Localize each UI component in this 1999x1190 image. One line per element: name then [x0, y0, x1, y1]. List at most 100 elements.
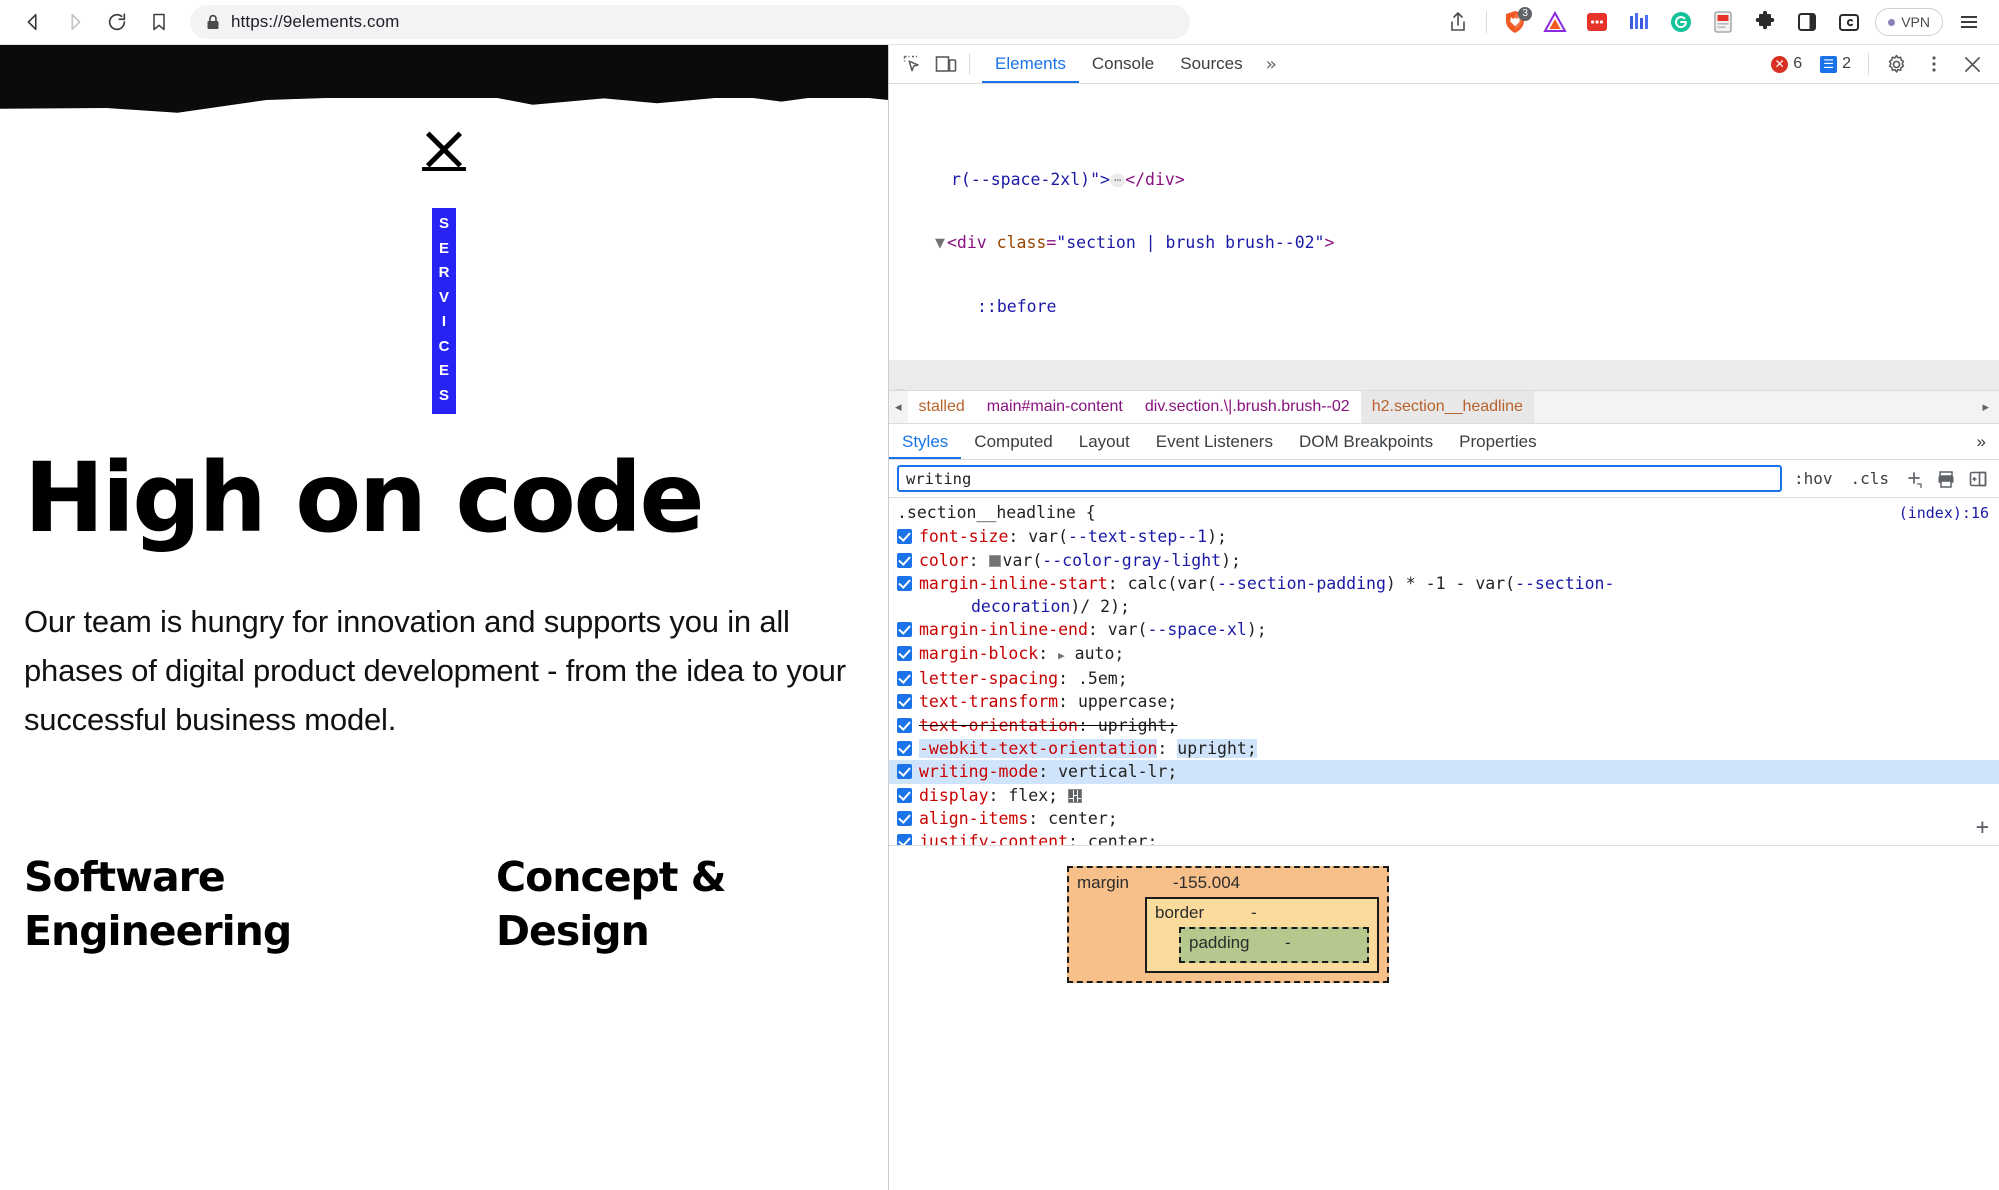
- prop-value[interactable]: .5em;: [1078, 669, 1128, 688]
- forward-icon[interactable]: [56, 3, 94, 41]
- box-model-padding[interactable]: padding -: [1179, 927, 1369, 963]
- prop-value[interactable]: uppercase;: [1078, 692, 1177, 711]
- prop-value[interactable]: flex;: [1008, 786, 1058, 805]
- reload-icon[interactable]: [98, 3, 136, 41]
- box-model-margin-value[interactable]: -155.004: [1173, 873, 1379, 893]
- brave-rewards-icon[interactable]: [1535, 2, 1575, 42]
- declaration-checkbox[interactable]: [897, 645, 912, 661]
- computed-sidebar-icon[interactable]: [1965, 466, 1991, 492]
- tab-computed[interactable]: Computed: [961, 424, 1065, 459]
- disclosure-triangle-icon[interactable]: ▼: [935, 232, 947, 253]
- prop-value[interactable]: vertical-lr;: [1058, 762, 1177, 781]
- service-card-concept-design[interactable]: Concept & Design: [496, 850, 727, 958]
- style-rule-selector[interactable]: .section__headline {: [897, 501, 1096, 524]
- declaration-letter-spacing[interactable]: letter-spacing: .5em;: [889, 667, 1999, 690]
- gear-icon[interactable]: [1879, 49, 1913, 79]
- declaration-checkbox[interactable]: [897, 575, 912, 591]
- prop-name[interactable]: text-transform: [919, 692, 1058, 711]
- declaration-checkbox[interactable]: [897, 694, 912, 710]
- wallet-icon[interactable]: [1829, 2, 1869, 42]
- dom-tree[interactable]: r(--space-2xl)"> ⋯ </div> ▼ <div class="sec…: [889, 84, 1999, 390]
- close-icon[interactable]: [1955, 49, 1989, 79]
- more-tabs-icon[interactable]: »: [1256, 54, 1287, 75]
- tab-layout[interactable]: Layout: [1066, 424, 1143, 459]
- tab-sources[interactable]: Sources: [1167, 45, 1255, 83]
- prop-value[interactable]: center;: [1048, 809, 1118, 828]
- tab-styles[interactable]: Styles: [889, 424, 961, 459]
- breadcrumb-scroll-left-icon[interactable]: ◂: [889, 399, 908, 415]
- declaration-justify-content[interactable]: justify-content: center;: [889, 830, 1999, 845]
- declaration-webkit-text-orientation[interactable]: -webkit-text-orientation: upright;: [889, 737, 1999, 760]
- declaration-text-orientation[interactable]: text-orientation: upright;: [889, 714, 1999, 737]
- tab-elements[interactable]: Elements: [982, 45, 1079, 83]
- blue-analytics-extension-icon[interactable]: [1619, 2, 1659, 42]
- dom-line-cut[interactable]: [889, 118, 1999, 126]
- prop-name[interactable]: margin-inline-start: [919, 574, 1108, 593]
- box-model-padding-value[interactable]: -: [1285, 933, 1359, 953]
- tab-properties[interactable]: Properties: [1446, 424, 1549, 459]
- declaration-align-items[interactable]: align-items: center;: [889, 807, 1999, 830]
- share-icon[interactable]: [1438, 2, 1478, 42]
- breadcrumb-scroll-right-icon[interactable]: ▸: [1976, 399, 1999, 415]
- bookmark-icon[interactable]: [140, 3, 178, 41]
- prop-name[interactable]: writing-mode: [919, 762, 1038, 781]
- breadcrumb-item-div-section[interactable]: div.section.\|.brush.brush--02: [1133, 391, 1361, 423]
- prop-name[interactable]: display: [919, 786, 989, 805]
- tab-dom-breakpoints[interactable]: DOM Breakpoints: [1286, 424, 1446, 459]
- declaration-margin-inline-end[interactable]: margin-inline-end: var(--space-xl);: [889, 618, 1999, 641]
- declaration-margin-inline-start[interactable]: margin-inline-start: calc(var(--section-…: [889, 572, 1999, 619]
- tab-event-listeners[interactable]: Event Listeners: [1143, 424, 1286, 459]
- box-model-pane[interactable]: margin -155.004 border - padding -: [889, 846, 1999, 1190]
- add-style-rule-button[interactable]: +: [1976, 815, 1989, 839]
- tab-console[interactable]: Console: [1079, 45, 1167, 83]
- declaration-checkbox[interactable]: [897, 764, 912, 780]
- box-model-margin[interactable]: margin -155.004 border - padding -: [1067, 866, 1389, 983]
- prop-name[interactable]: justify-content: [919, 832, 1068, 845]
- styles-pane[interactable]: .section__headline { (index):16 font-siz…: [889, 498, 1999, 846]
- prop-value[interactable]: upright;: [1098, 716, 1177, 735]
- prop-value[interactable]: center;: [1088, 832, 1158, 845]
- new-style-rule-icon[interactable]: [1901, 466, 1927, 492]
- error-count-badge[interactable]: ✕ 6: [1764, 53, 1809, 75]
- more-sidebar-tabs-icon[interactable]: »: [1964, 424, 1999, 459]
- clipboard-extension-icon[interactable]: [1703, 2, 1743, 42]
- box-model-border[interactable]: border - padding -: [1145, 897, 1379, 973]
- service-card-software-engineering[interactable]: Software Engineering: [24, 850, 292, 958]
- prop-value[interactable]: upright;: [1177, 738, 1257, 758]
- declaration-color[interactable]: color: var(--color-gray-light);: [889, 549, 1999, 572]
- address-bar[interactable]: https://9elements.com: [190, 5, 1190, 39]
- grammarly-extension-icon[interactable]: [1661, 2, 1701, 42]
- declaration-checkbox[interactable]: [897, 622, 912, 638]
- message-count-badge[interactable]: ☰ 2: [1813, 53, 1858, 75]
- prop-name[interactable]: text-orientation: [919, 716, 1078, 735]
- styles-filter-input[interactable]: [897, 465, 1782, 492]
- expand-shorthand-icon[interactable]: ▶: [1058, 649, 1065, 662]
- browser-menu-icon[interactable]: [1949, 2, 1989, 42]
- prop-value[interactable]: auto;: [1075, 644, 1125, 663]
- print-media-icon[interactable]: [1933, 466, 1959, 492]
- declaration-checkbox[interactable]: [897, 552, 912, 568]
- prop-name[interactable]: margin-inline-end: [919, 620, 1088, 639]
- back-icon[interactable]: [14, 3, 52, 41]
- declaration-font-size[interactable]: font-size: var(--text-step--1);: [889, 525, 1999, 548]
- brave-shields-icon[interactable]: 3: [1495, 2, 1535, 42]
- box-model-border-value[interactable]: -: [1251, 903, 1369, 923]
- declaration-checkbox[interactable]: [897, 787, 912, 803]
- breadcrumb-item-stalled[interactable]: stalled: [907, 391, 976, 423]
- prop-name[interactable]: -webkit-text-orientation: [919, 738, 1158, 758]
- vpn-button[interactable]: VPN: [1875, 8, 1943, 36]
- declaration-checkbox[interactable]: [897, 671, 912, 687]
- red-extension-icon[interactable]: [1577, 2, 1617, 42]
- inspect-element-icon[interactable]: [895, 49, 929, 79]
- declaration-checkbox[interactable]: [897, 529, 912, 545]
- color-swatch[interactable]: [988, 554, 1001, 567]
- declaration-checkbox[interactable]: [897, 810, 912, 826]
- declaration-checkbox[interactable]: [897, 834, 912, 845]
- dom-line-h2-selected[interactable]: ⋯ ▼<h2 class="section__headline"> flex =…: [889, 359, 1999, 390]
- device-toolbar-icon[interactable]: [929, 49, 963, 79]
- declaration-display[interactable]: display: flex;: [889, 784, 1999, 807]
- breadcrumb-item-main[interactable]: main#main-content: [975, 391, 1134, 423]
- prop-name[interactable]: margin-block: [919, 644, 1038, 663]
- prop-name[interactable]: color: [919, 551, 969, 570]
- force-state-button[interactable]: :hov: [1788, 469, 1839, 488]
